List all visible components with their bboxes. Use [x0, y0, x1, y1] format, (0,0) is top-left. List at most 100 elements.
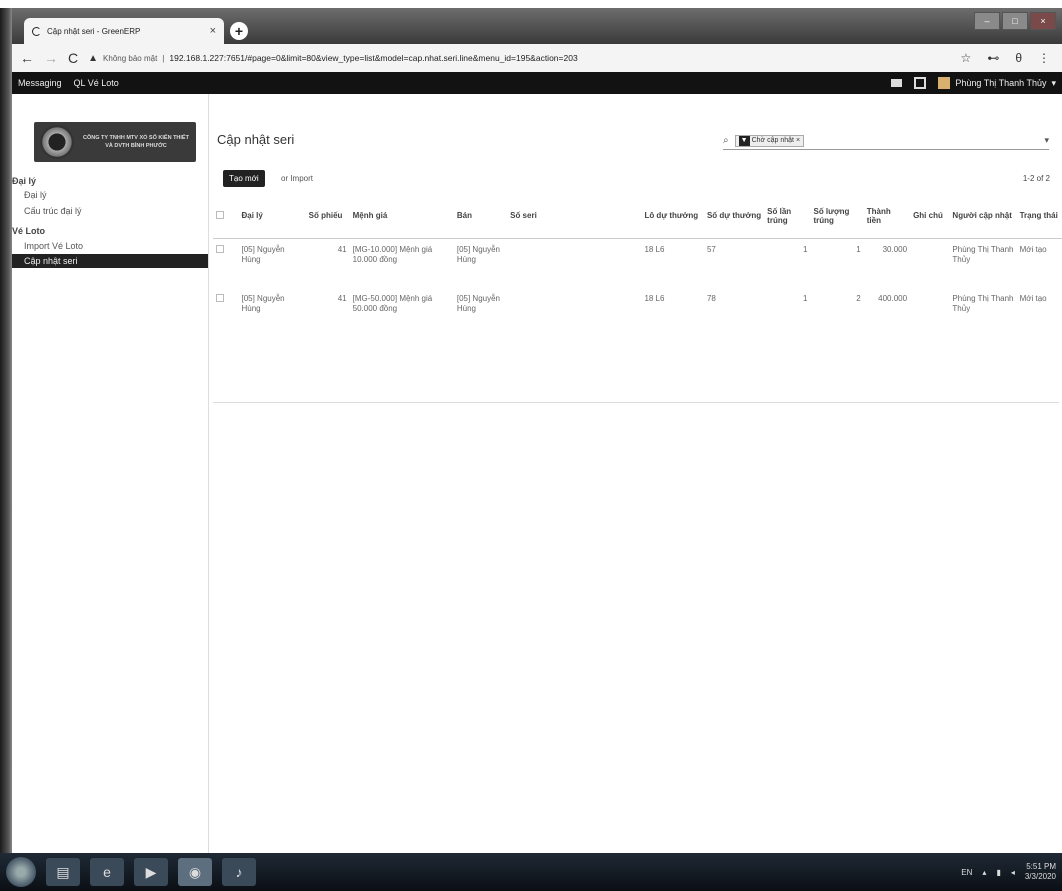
chat-icon[interactable]	[914, 77, 927, 89]
sidebar-item-cap-nhat-seri[interactable]: Cập nhật seri	[12, 254, 208, 268]
table-row[interactable]: [05] Nguyễn Hùng 41 [MG-10.000] Mệnh giá…	[213, 238, 1062, 288]
cell-so-seri	[507, 288, 641, 338]
search-input[interactable]: ⌕ ▼ Chờ cập nhật × ▾	[723, 132, 1049, 150]
security-label: Không bảo mật	[103, 53, 158, 63]
topbar-right: Phùng Thị Thanh Thủy ▾	[891, 77, 1056, 89]
col-so-lan-trung[interactable]: Số lần trúng	[764, 194, 811, 239]
seal-icon	[40, 125, 74, 159]
table-row[interactable]: [05] Nguyễn Hùng 41 [MG-50.000] Mệnh giá…	[213, 288, 1062, 338]
tab-strip: Cập nhật seri - GreenERP × + – □ ×	[12, 8, 1062, 44]
monitor-bezel	[0, 8, 12, 853]
loading-icon	[32, 26, 41, 36]
row-checkbox[interactable]	[213, 288, 238, 338]
menu-messaging[interactable]: Messaging	[18, 78, 62, 88]
filter-icon: ▼	[738, 135, 750, 146]
col-dai-ly[interactable]: Đại lý	[238, 194, 306, 239]
table-header: Đại lý Số phiếu Mệnh giá Bán Số seri Lô …	[213, 194, 1062, 239]
col-so-phieu[interactable]: Số phiếu	[305, 194, 350, 239]
profile-icon[interactable]: θ	[1015, 51, 1022, 65]
col-so-seri[interactable]: Số seri	[507, 194, 642, 239]
cell-so-lan-trung: 1	[803, 244, 808, 254]
col-ghi-chu[interactable]: Ghi chú	[910, 194, 950, 239]
user-menu[interactable]: Phùng Thị Thanh Thủy ▾	[938, 77, 1056, 89]
search-options-icon[interactable]: ▾	[1044, 135, 1049, 146]
warning-icon: ▲	[88, 52, 99, 64]
sidebar-section-ve-loto: Vé Loto	[12, 226, 45, 236]
pinned-app-icon[interactable]: ♪	[222, 858, 256, 886]
volume-icon[interactable]: ◂	[1011, 868, 1015, 877]
cell-nguoi-cap-nhat: Phùng Thị Thanh Thủy	[952, 244, 1014, 264]
forward-button[interactable]: →	[44, 50, 58, 66]
facet-remove-icon[interactable]: ×	[796, 137, 800, 144]
pager[interactable]: 1-2 of 2	[1023, 174, 1050, 183]
reload-button[interactable]: C	[68, 50, 78, 66]
ie-icon[interactable]: e	[90, 858, 124, 886]
col-so-luong-trung[interactable]: Số lượng trúng	[810, 194, 864, 239]
menu-ql-ve-loto[interactable]: QL Vé Loto	[74, 78, 119, 88]
tab-title: Cập nhật seri - GreenERP	[47, 26, 141, 36]
window-controls: – □ ×	[974, 12, 1056, 30]
maximize-button[interactable]: □	[1002, 12, 1028, 30]
cell-so-lan-trung: 1	[803, 294, 808, 303]
photo-margin	[0, 0, 1062, 8]
search-facet[interactable]: ▼ Chờ cập nhật ×	[734, 134, 805, 147]
url-field[interactable]: ▲ Không bảo mật | 192.168.1.227:7651/#pa…	[88, 53, 950, 64]
media-player-icon[interactable]: ▶	[134, 858, 168, 886]
main-content: Cập nhật seri ⌕ ▼ Chờ cập nhật × ▾ Tạo m…	[208, 94, 1062, 853]
create-button[interactable]: Tạo mới	[223, 170, 265, 187]
col-ban[interactable]: Bán	[453, 194, 508, 239]
col-trang-thai[interactable]: Trạng thái	[1016, 194, 1062, 239]
tab-close-button[interactable]: ×	[210, 25, 216, 37]
cell-menh-gia: [MG-50.000] Mệnh giá 50.000 đồng	[352, 294, 433, 313]
cell-dai-ly: [05] Nguyễn Hùng	[241, 294, 285, 313]
cell-thanh-tien: 400.000	[878, 294, 908, 303]
new-tab-button[interactable]: +	[230, 22, 248, 40]
sidebar: CÔNG TY TNHH MTV XỔ SỐ KIẾN THIẾT VÀ DVT…	[12, 94, 208, 853]
cell-ghi-chu	[910, 238, 949, 288]
select-all-checkbox[interactable]	[213, 194, 239, 239]
minimize-button[interactable]: –	[974, 12, 1000, 30]
avatar	[938, 77, 951, 89]
col-nguoi-cap-nhat[interactable]: Người cập nhật	[949, 194, 1017, 239]
sidebar-item-cau-truc-dai-ly[interactable]: Cấu trúc đại lý	[12, 204, 208, 218]
cell-so-luong-trung: 1	[856, 244, 861, 254]
col-lo-du-thuong[interactable]: Lô dự thưởng	[641, 194, 704, 239]
list-footer-divider	[213, 402, 1059, 403]
clock-time: 5:51 PM	[1026, 862, 1056, 871]
chevron-down-icon: ▾	[1051, 77, 1056, 88]
address-bar: ← → C ▲ Không bảo mật | 192.168.1.227:76…	[12, 44, 1062, 72]
tray-arrow-icon[interactable]: ▴	[982, 868, 986, 877]
url-text: 192.168.1.227:7651/#page=0&limit=80&view…	[169, 53, 578, 63]
language-indicator[interactable]: EN	[961, 868, 972, 877]
cell-lo-du-thuong: 18 L6	[644, 294, 665, 303]
network-icon[interactable]: ▮	[996, 868, 1000, 877]
sidebar-item-dai-ly[interactable]: Đại lý	[12, 188, 208, 202]
cell-so-phieu: 41	[337, 244, 347, 254]
top-menu: Messaging QL Vé Loto	[18, 78, 119, 88]
start-button[interactable]	[6, 857, 36, 887]
file-explorer-icon[interactable]: ▤	[46, 858, 80, 886]
chrome-icon[interactable]: ◉	[178, 858, 212, 886]
clock[interactable]: 5:51 PM 3/3/2020	[1025, 862, 1056, 882]
row-checkbox[interactable]	[213, 238, 238, 288]
facet-label: Chờ cập nhật	[751, 137, 794, 144]
col-menh-gia[interactable]: Mệnh giá	[349, 194, 454, 239]
user-name: Phùng Thị Thanh Thủy	[955, 78, 1047, 88]
star-icon[interactable]: ☆	[961, 51, 972, 65]
key-icon[interactable]: ⊷	[987, 51, 999, 65]
col-so-du-thuong[interactable]: Số dự thưởng	[703, 194, 765, 239]
cell-trang-thai: Mới tạo	[1019, 294, 1047, 303]
close-window-button[interactable]: ×	[1030, 12, 1056, 30]
cell-so-du-thuong: 78	[706, 294, 716, 303]
import-button[interactable]: or Import	[281, 174, 313, 183]
mail-icon[interactable]	[891, 79, 903, 87]
cell-ban: [05] Nguyễn Hùng	[456, 244, 500, 264]
cell-ban: [05] Nguyễn Hùng	[456, 294, 500, 313]
browser-tab[interactable]: Cập nhật seri - GreenERP ×	[24, 18, 224, 44]
back-button[interactable]: ←	[20, 50, 34, 66]
more-icon[interactable]: ⋮	[1038, 51, 1050, 65]
sidebar-item-import-ve-loto[interactable]: Import Vé Loto	[12, 239, 208, 253]
cell-ghi-chu	[910, 288, 949, 338]
cell-nguoi-cap-nhat: Phùng Thị Thanh Thủy	[952, 294, 1014, 313]
col-thanh-tien[interactable]: Thành tiền	[863, 194, 911, 239]
